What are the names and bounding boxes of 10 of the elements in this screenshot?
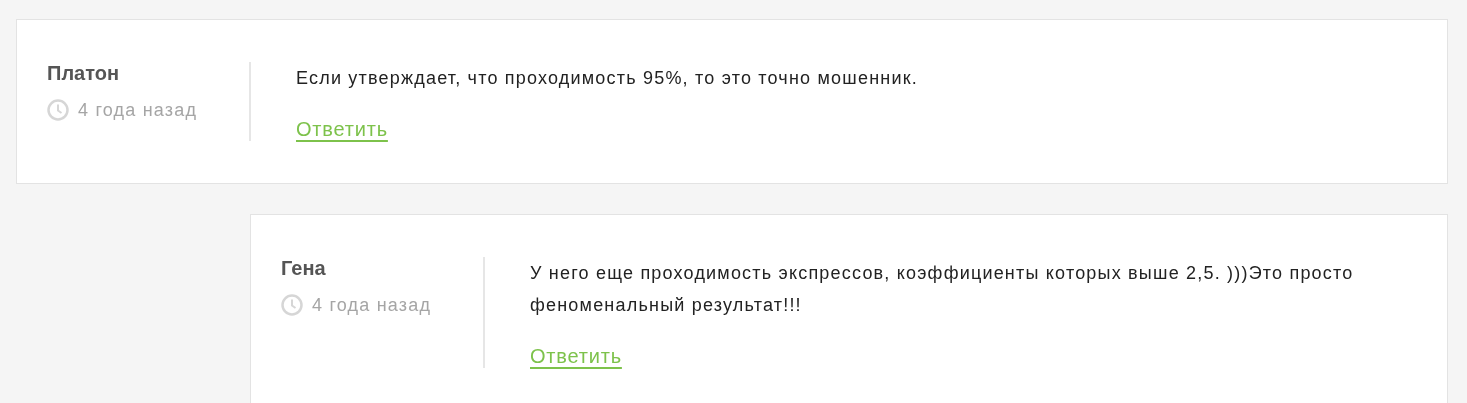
comment-time: 4 года назад	[78, 99, 198, 121]
reply-link[interactable]: Ответить	[296, 118, 388, 140]
author-name: Гена	[281, 257, 327, 280]
clock-icon	[47, 99, 69, 121]
comment-text: Если утверждает, что проходимость 95%, то это точно мошенник.	[296, 67, 919, 90]
clock-icon	[281, 294, 303, 316]
comment-text: У него еще проходимость экспрессов, коэффициенты которых выше 2,5. )))Это просто феноменальный результат!!!	[530, 262, 1355, 317]
reply-link[interactable]: Ответить	[530, 345, 622, 367]
comment-time: 4 года назад	[312, 294, 432, 316]
author-name: Платон	[47, 62, 121, 85]
